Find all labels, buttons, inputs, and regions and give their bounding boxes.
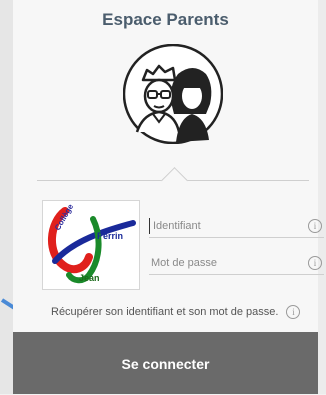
left-frame xyxy=(0,0,13,394)
page-title: Espace Parents xyxy=(102,10,229,29)
password-input[interactable] xyxy=(149,253,304,273)
identifier-field[interactable]: i xyxy=(149,215,324,238)
recover-link[interactable]: Récupérer son identifiant et son mot de … xyxy=(51,306,278,318)
connect-button[interactable]: Se connecter xyxy=(13,332,318,394)
login-panel: Espace Parents Collège Perrin Jean Ident… xyxy=(13,0,324,394)
identifier-input[interactable] xyxy=(151,216,304,236)
right-frame xyxy=(318,0,326,394)
text-cursor xyxy=(149,218,150,234)
recover-credentials[interactable]: Récupérer son identifiant et son mot de … xyxy=(51,305,301,319)
parents-avatar-icon xyxy=(122,43,224,145)
info-icon[interactable]: i xyxy=(308,219,322,233)
svg-text:Jean: Jean xyxy=(79,273,100,283)
school-logo: Collège Perrin Jean xyxy=(42,200,140,290)
info-icon[interactable]: i xyxy=(286,305,301,319)
info-icon[interactable]: i xyxy=(308,256,322,270)
divider-notch xyxy=(161,167,188,194)
password-field[interactable]: i xyxy=(149,252,324,275)
svg-text:Perrin: Perrin xyxy=(97,231,123,241)
